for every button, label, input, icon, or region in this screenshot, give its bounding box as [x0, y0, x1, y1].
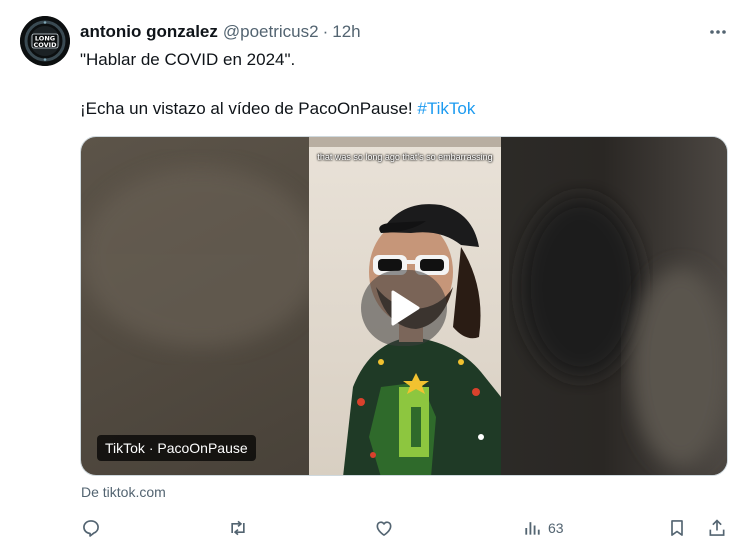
reply-icon [83, 520, 99, 537]
tweet-timestamp[interactable]: 12h [332, 22, 360, 42]
tweet-text-line-2: ¡Echa un vistazo al vídeo de PacoOnPause… [80, 97, 720, 121]
avatar-text-bottom: COVID [34, 41, 58, 49]
tweet-text-line-1: "Hablar de COVID en 2024". [80, 50, 296, 69]
avatar[interactable]: LONG COVID [20, 16, 70, 66]
video-card[interactable]: that was so long ago that's so embarrass… [80, 136, 728, 476]
like-button[interactable] [374, 516, 394, 540]
video-source-label: TikTok · PacoOnPause [97, 435, 256, 461]
play-icon [391, 290, 420, 326]
views-button[interactable]: 63 [522, 516, 564, 540]
share-button[interactable] [707, 516, 727, 540]
reply-button[interactable] [81, 516, 101, 540]
video-caption: that was so long ago that's so embarrass… [317, 152, 493, 162]
bookmark-button[interactable] [667, 516, 687, 540]
author-handle[interactable]: @poetricus2 [223, 22, 319, 42]
link-source[interactable]: De tiktok.com [81, 484, 166, 500]
more-icon [710, 30, 726, 34]
tweet-header: antonio gonzalez @poetricus2 · 12h [80, 20, 361, 44]
play-button[interactable] [361, 270, 447, 346]
action-bar: 63 [0, 512, 748, 544]
author-name[interactable]: antonio gonzalez [80, 22, 218, 42]
hashtag-link[interactable]: #TikTok [417, 99, 475, 118]
share-icon [709, 519, 725, 536]
heart-icon [376, 521, 392, 536]
views-count: 63 [548, 520, 564, 536]
bookmark-icon [671, 520, 683, 536]
tweet[interactable]: LONG COVID antonio gonzalez @poetricus2 … [0, 0, 748, 552]
more-options-button[interactable] [706, 20, 730, 44]
views-icon [525, 522, 540, 535]
tweet-text-body: ¡Echa un vistazo al vídeo de PacoOnPause… [80, 99, 418, 118]
avatar-image: LONG COVID [20, 16, 70, 66]
header-separator: · [322, 22, 329, 41]
repost-icon [231, 520, 245, 536]
repost-button[interactable] [228, 516, 248, 540]
